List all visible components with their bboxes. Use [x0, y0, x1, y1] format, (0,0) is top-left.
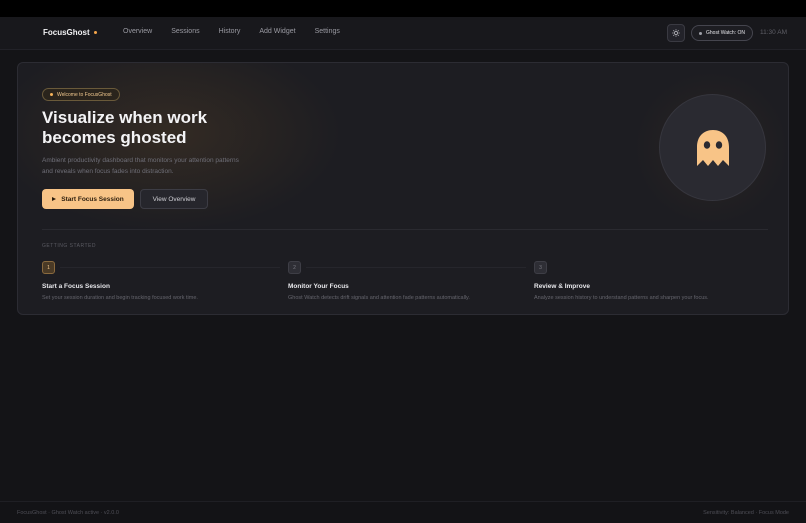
step-description: Set your session duration and begin trac… [42, 295, 198, 301]
nav-add-widget[interactable]: Add Widget [259, 28, 295, 35]
step-title: Start a Focus Session [42, 283, 110, 290]
status-dot-icon [699, 31, 702, 35]
ghost-watch-label: Ghost Watch: ON [706, 30, 745, 36]
step-title: Monitor Your Focus [288, 283, 349, 290]
start-focus-session-label: Start Focus Session [61, 195, 124, 203]
step-number: 2 [288, 261, 301, 274]
section-divider [42, 229, 768, 230]
app-header: FocusGhost Overview Sessions History Add… [0, 17, 806, 50]
theme-toggle-button[interactable] [667, 24, 685, 42]
step-description: Ghost Watch detects drift signals and at… [288, 295, 470, 301]
footer-status: FocusGhost · Ghost Watch active · v2.0.0 [17, 510, 119, 516]
ghost-icon [696, 129, 729, 166]
clock: 11:30 AM [760, 29, 787, 36]
step-connector [60, 267, 280, 268]
step-2: 2 Monitor Your Focus Ghost Watch detects… [288, 261, 528, 301]
brand-name: FocusGhost [43, 28, 90, 37]
badge-dot-icon [50, 93, 53, 96]
step-number: 3 [534, 261, 547, 274]
nav-sessions[interactable]: Sessions [171, 28, 199, 35]
play-icon [52, 197, 57, 201]
view-overview-button[interactable]: View Overview [140, 189, 208, 209]
step-3: 3 Review & Improve Analyze session histo… [534, 261, 774, 301]
ghost-watch-toggle[interactable]: Ghost Watch: ON [691, 25, 753, 41]
nav-history[interactable]: History [219, 28, 241, 35]
getting-started-label: GETTING STARTED [42, 243, 96, 249]
hero-description: Ambient productivity dashboard that moni… [42, 157, 239, 175]
start-focus-session-button[interactable]: Start Focus Session [42, 189, 134, 209]
ghost-illustration [659, 94, 766, 201]
step-number: 1 [42, 261, 55, 274]
welcome-card: Welcome to FocusGhost Visualize when wor… [17, 62, 789, 315]
step-connector [306, 267, 526, 268]
step-1: 1 Start a Focus Session Set your session… [42, 261, 282, 301]
nav-overview[interactable]: Overview [123, 28, 152, 35]
hero-title: Visualize when work becomes ghosted [42, 108, 208, 147]
brand-logo[interactable]: FocusGhost [43, 28, 97, 37]
nav-settings[interactable]: Settings [315, 28, 340, 35]
sun-icon [672, 29, 680, 37]
step-title: Review & Improve [534, 283, 590, 290]
step-description: Analyze session history to understand pa… [534, 295, 709, 301]
footer-mode: Sensitivity: Balanced · Focus Mode [703, 510, 789, 516]
top-black-strip [0, 0, 806, 17]
badge-label: Welcome to FocusGhost [57, 91, 112, 98]
brand-dot-icon [93, 31, 97, 34]
welcome-badge: Welcome to FocusGhost [42, 88, 120, 101]
main-nav: Overview Sessions History Add Widget Set… [123, 28, 359, 35]
app-footer: FocusGhost · Ghost Watch active · v2.0.0… [0, 501, 806, 523]
